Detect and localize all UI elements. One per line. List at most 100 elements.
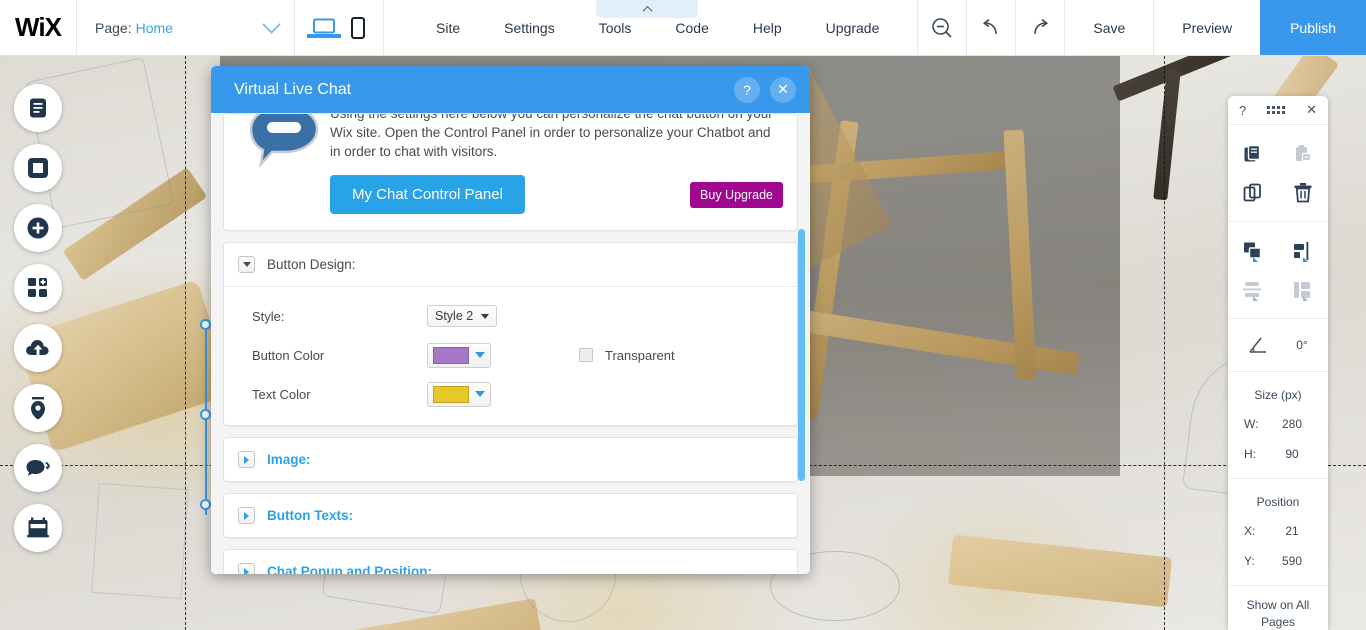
intro-paragraph: Using the settings here below you can pe… xyxy=(330,113,773,159)
panel-header: ? ✕ xyxy=(1228,96,1328,124)
align-button[interactable] xyxy=(1278,231,1328,270)
close-icon[interactable]: ✕ xyxy=(1306,102,1317,118)
drag-handle-icon[interactable] xyxy=(1267,106,1286,114)
sidebar-item-site-design[interactable] xyxy=(14,384,62,432)
wix-logo[interactable]: WiX xyxy=(0,0,76,55)
sidebar-item-add-apps[interactable] xyxy=(14,264,62,312)
zoom-out-button[interactable] xyxy=(918,0,966,55)
y-value[interactable]: 590 xyxy=(1272,554,1312,568)
style-label: Style: xyxy=(252,308,285,324)
chevron-down-icon[interactable] xyxy=(262,15,281,34)
zoom-out-icon xyxy=(932,17,952,38)
show-on-all-pages-button[interactable]: Show on All Pages xyxy=(1228,585,1328,630)
image-section[interactable]: Image: xyxy=(223,437,798,482)
menu-item-upgrade[interactable]: Upgrade xyxy=(804,0,902,56)
menu-item-site[interactable]: Site xyxy=(414,0,482,56)
active-view-indicator xyxy=(307,33,341,38)
transparent-checkbox-wrap: Transparent xyxy=(579,348,675,363)
image-section-title: Image: xyxy=(267,452,311,467)
text-color-picker[interactable] xyxy=(427,381,491,407)
menu-item-help[interactable]: Help xyxy=(731,0,804,56)
desktop-view-button[interactable] xyxy=(307,18,341,38)
expand-toggle-icon[interactable] xyxy=(238,451,255,468)
height-value[interactable]: 90 xyxy=(1272,447,1312,461)
sidebar-item-chat[interactable] xyxy=(14,444,62,492)
preview-button[interactable]: Preview xyxy=(1154,0,1260,55)
apps-grid-plus-icon xyxy=(28,278,47,297)
resize-handle-middle[interactable] xyxy=(200,409,211,420)
close-icon[interactable]: ✕ xyxy=(770,76,796,103)
angle-icon xyxy=(1249,337,1267,353)
dialog-body[interactable]: Using the settings here below you can pe… xyxy=(211,113,810,574)
button-color-row: Button Color Transparent xyxy=(252,342,783,368)
height-label: H: xyxy=(1244,447,1256,461)
x-value[interactable]: 21 xyxy=(1272,524,1312,538)
width-field-row: W: 280 xyxy=(1228,409,1328,439)
menu-item-settings[interactable]: Settings xyxy=(482,0,577,56)
question-mark-icon[interactable]: ? xyxy=(734,76,760,103)
redo-button[interactable] xyxy=(1016,0,1064,55)
button-color-picker[interactable] xyxy=(427,342,491,368)
chat-bubble-icon xyxy=(26,460,50,476)
button-texts-section[interactable]: Button Texts: xyxy=(223,493,798,538)
size-section: Size (px) W: 280 H: 90 xyxy=(1228,371,1328,478)
y-label: Y: xyxy=(1244,554,1255,568)
expand-toggle-icon[interactable] xyxy=(238,563,255,574)
rotation-section: 0° xyxy=(1228,318,1328,371)
text-color-row: Text Color xyxy=(252,381,783,407)
duplicate-button[interactable] xyxy=(1228,173,1278,212)
rotation-value[interactable]: 0° xyxy=(1296,338,1307,352)
dialog-scrollbar[interactable] xyxy=(798,229,805,481)
width-value[interactable]: 280 xyxy=(1272,417,1312,431)
position-section: Position X: 21 Y: 590 xyxy=(1228,478,1328,585)
mobile-icon xyxy=(351,16,365,39)
question-mark-icon[interactable]: ? xyxy=(1239,103,1246,118)
save-button[interactable]: Save xyxy=(1065,0,1153,55)
sidebar-item-my-uploads[interactable] xyxy=(14,324,62,372)
chevron-down-icon xyxy=(481,313,490,319)
copy-icon xyxy=(1244,144,1261,161)
submenu-indicator-icon xyxy=(1303,257,1308,262)
button-color-label: Button Color xyxy=(252,347,325,363)
text-color-label: Text Color xyxy=(252,386,311,402)
code-panel-tab[interactable] xyxy=(596,0,698,18)
undo-button[interactable] xyxy=(967,0,1015,55)
sidebar-item-menus-and-pages[interactable] xyxy=(14,84,62,132)
transparent-checkbox[interactable] xyxy=(579,348,593,362)
sidebar-item-background[interactable] xyxy=(14,144,62,192)
element-toolbar-panel: ? ✕ 0° Size (px) W: 280 H: 90 Position X… xyxy=(1228,96,1328,630)
dialog-title: Virtual Live Chat xyxy=(234,80,352,98)
sidebar-item-bookings[interactable] xyxy=(14,504,62,552)
chat-popup-position-section[interactable]: Chat Popup and Position: xyxy=(223,549,798,574)
chevron-up-icon xyxy=(642,5,652,16)
arrange-button[interactable] xyxy=(1228,231,1278,270)
text-color-swatch xyxy=(433,385,469,403)
resize-handle-top[interactable] xyxy=(200,319,211,330)
my-chat-control-panel-button[interactable]: My Chat Control Panel xyxy=(330,175,525,214)
button-design-section-body: Style: Style 2 Button Color Transparent xyxy=(224,286,797,425)
style-dropdown[interactable]: Style 2 xyxy=(427,305,498,327)
buy-upgrade-button[interactable]: Buy Upgrade xyxy=(690,181,783,208)
resize-handle-bottom[interactable] xyxy=(200,499,211,510)
device-view-toggle xyxy=(295,0,383,55)
button-design-section-header[interactable]: Button Design: xyxy=(224,243,797,286)
square-icon xyxy=(28,158,48,178)
position-label: Position xyxy=(1256,495,1300,509)
selection-line xyxy=(205,325,207,515)
sidebar-item-add-element[interactable] xyxy=(14,204,62,252)
mobile-view-button[interactable] xyxy=(351,16,365,39)
delete-button[interactable] xyxy=(1278,173,1328,212)
width-label: W: xyxy=(1244,417,1259,431)
page-selector[interactable]: Page: Home xyxy=(77,0,294,55)
editor-top-bar: WiX Page: Home Site Settings Tools Code … xyxy=(0,0,1366,56)
publish-button[interactable]: Publish xyxy=(1260,0,1366,55)
copy-button[interactable] xyxy=(1228,134,1278,173)
calendar-icon xyxy=(27,517,49,538)
chevron-down-icon xyxy=(475,391,485,397)
collapse-toggle-icon[interactable] xyxy=(238,256,255,273)
pages-icon xyxy=(30,98,46,118)
match-size-button xyxy=(1278,270,1328,309)
undo-icon xyxy=(983,18,998,34)
virtual-live-chat-dialog: Virtual Live Chat ? ✕ Using the settings… xyxy=(211,66,810,574)
expand-toggle-icon[interactable] xyxy=(238,507,255,524)
